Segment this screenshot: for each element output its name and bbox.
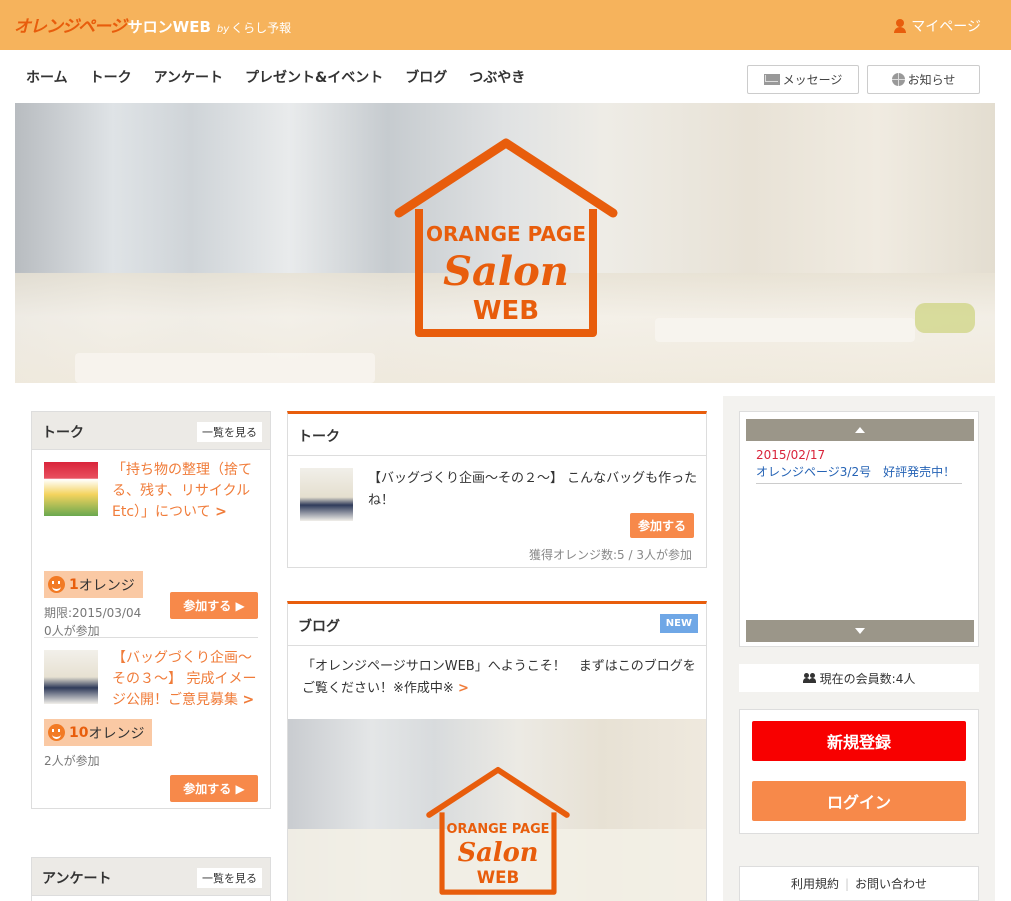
people-icon [802,673,817,683]
chevron-right-icon: > [215,504,227,520]
new-badge: NEW [659,614,698,633]
center-talk-panel: トーク 【バッグづくり企画〜その２〜】 こんなバッグも作ったね！ 参加する 獲得… [287,411,707,568]
orange-count: 1 [69,576,79,593]
center-talk-meta: 獲得オレンジ数:5 / 3人が参加 [529,548,692,562]
site-logo[interactable]: オレンジページ サロンWEB by くらし予報 [14,12,291,38]
talk-deadline: 期限:2015/03/04 [44,606,142,620]
talk-thumbnail[interactable] [44,462,98,516]
news-scroll-up-button[interactable] [746,419,974,441]
hero-table-left [75,353,375,383]
chevron-right-icon: > [457,681,469,696]
center-blog-panel: ブログ NEW 「オレンジページサロンWEB」へようこそ！ まずはこのブログをご… [287,601,707,901]
salon-house-logo: ORANGE PAGE Salon WEB [426,766,570,895]
triangle-up-icon [855,427,865,433]
survey-see-all-button[interactable]: 一覧を見る [197,868,262,888]
center-talk-thumbnail[interactable] [300,468,353,521]
member-count-text: 現在の会員数:4人 [819,671,916,686]
nav-item-present-event[interactable]: プレゼント&イベント [245,67,383,87]
smile-icon [48,576,65,593]
center-talk-title: トーク [298,429,340,445]
join-button[interactable]: 参加する ▶ [170,592,258,619]
user-icon [893,19,907,33]
notice-button[interactable]: お知らせ [867,65,980,94]
blog-entry-link[interactable]: 「オレンジページサロンWEB」へようこそ！ まずはこのブログをご覧ください！※作… [302,656,696,700]
logo-by-name: くらし予報 [231,21,292,35]
talk-thumbnail[interactable] [44,650,98,704]
left-column: トーク 一覧を見る 「持ち物の整理（捨てる、残す、リサイクル Etc）」について… [31,411,271,809]
notice-label: お知らせ [907,73,956,87]
triangle-down-icon [855,628,865,634]
orange-count-badge: 1 オレンジ [44,571,143,598]
blog-image[interactable]: ORANGE PAGE Salon WEB [288,719,706,901]
center-talk-text[interactable]: 【バッグづくり企画〜その２〜】 こんなバッグも作ったね！ [368,468,698,512]
talk-item-title-link[interactable]: 【バッグづくり企画〜その３〜】 完成イメージ公開！ご意見募集 > [112,648,260,711]
nav-item-blog[interactable]: ブログ [405,67,447,87]
top-bar: オレンジページ サロンWEB by くらし予報 マイページ [0,0,1011,50]
main-nav: ホーム トーク アンケート プレゼント&イベント ブログ つぶやき メッセージ … [0,50,1011,102]
register-button[interactable]: 新規登録 [752,721,966,761]
nav-item-tweet[interactable]: つぶやき [469,67,525,87]
talk-item-title-link[interactable]: 「持ち物の整理（捨てる、残す、リサイクル Etc）」について > [112,460,260,523]
chevron-right-icon: > [242,692,255,708]
orange-count-badge: 10 オレンジ [44,719,153,746]
logo-sub-text: サロンWEB [127,18,211,36]
mypage-link[interactable]: マイページ [893,16,981,36]
link-separator: | [844,876,850,891]
news-date: 2015/02/17 [756,448,826,462]
hero-plant [915,303,975,333]
nav-item-survey[interactable]: アンケート [154,67,223,87]
terms-link[interactable]: 利用規約 [791,875,839,892]
join-button[interactable]: 参加する ▶ [170,775,258,802]
message-label: メッセージ [782,73,843,87]
logo-by-text: by [216,24,230,35]
survey-panel: アンケート 一覧を見る [31,857,271,901]
blog-logo-line1: ORANGE PAGE [447,822,550,837]
globe-icon [891,73,905,86]
auth-box: 新規登録 ログイン [739,709,979,834]
hero-logo-line2: Salon [443,248,569,295]
orange-count: 10 [69,724,89,741]
center-talk-header: トーク [288,414,706,456]
blog-logo-line3: WEB [477,867,520,887]
talk-item-title: 【バッグづくり企画〜その３〜】 完成イメージ公開！ご意見募集 [112,650,257,708]
center-join-button[interactable]: 参加する [630,513,694,538]
mypage-label: マイページ [911,19,981,35]
message-button[interactable]: メッセージ [747,65,859,94]
login-button[interactable]: ログイン [752,781,966,821]
news-ticker: 2015/02/17 オレンジページ3/2号 好評発売中！ [739,411,979,647]
center-column: トーク 【バッグづくり企画〜その２〜】 こんなバッグも作ったね！ 参加する 獲得… [287,411,707,901]
blog-logo-line2: Salon [458,838,539,868]
smile-icon [48,724,65,741]
talk-participants: 0人が参加 [44,624,100,638]
mail-icon [763,74,780,85]
member-count: 現在の会員数:4人 [739,664,979,692]
hero-logo-line1: ORANGE PAGE [426,222,586,246]
center-blog-title: ブログ [298,619,340,635]
talk-participants: 2人が参加 [44,754,100,768]
news-title-link[interactable]: オレンジページ3/2号 好評発売中！ [756,463,962,484]
news-scroll-down-button[interactable] [746,620,974,642]
talk-see-all-button[interactable]: 一覧を見る [197,422,262,442]
center-blog-header: ブログ NEW [288,604,706,646]
nav-item-talk[interactable]: トーク [90,67,132,87]
orange-unit: オレンジ [88,725,145,742]
blog-entry-text: 「オレンジページサロンWEB」へようこそ！ まずはこのブログをご覧ください！※作… [302,659,696,696]
hero-banner: ORANGE PAGE Salon WEB [15,103,995,383]
footer-links: 利用規約 | お問い合わせ [739,866,979,901]
survey-panel-title: アンケート [42,871,112,887]
nav-item-home[interactable]: ホーム [26,67,68,87]
talk-item-title: 「持ち物の整理（捨てる、残す、リサイクル Etc）」について [112,462,252,520]
hero-table-right [655,318,915,342]
talk-panel-title: トーク [42,425,84,441]
talk-panel-header: トーク 一覧を見る [32,412,270,450]
orange-unit: オレンジ [78,577,135,594]
contact-link[interactable]: お問い合わせ [855,875,927,892]
salon-house-logo: ORANGE PAGE Salon WEB [394,138,618,337]
talk-panel: トーク 一覧を見る 「持ち物の整理（捨てる、残す、リサイクル Etc）」について… [31,411,271,809]
survey-panel-header: アンケート 一覧を見る [32,858,270,896]
talk-item: 【バッグづくり企画〜その３〜】 完成イメージ公開！ご意見募集 > 10 オレンジ… [44,638,258,808]
hero-logo-line3: WEB [473,296,539,326]
nav-items: ホーム トーク アンケート プレゼント&イベント ブログ つぶやき [26,67,547,87]
logo-main-text: オレンジページ [14,17,127,37]
